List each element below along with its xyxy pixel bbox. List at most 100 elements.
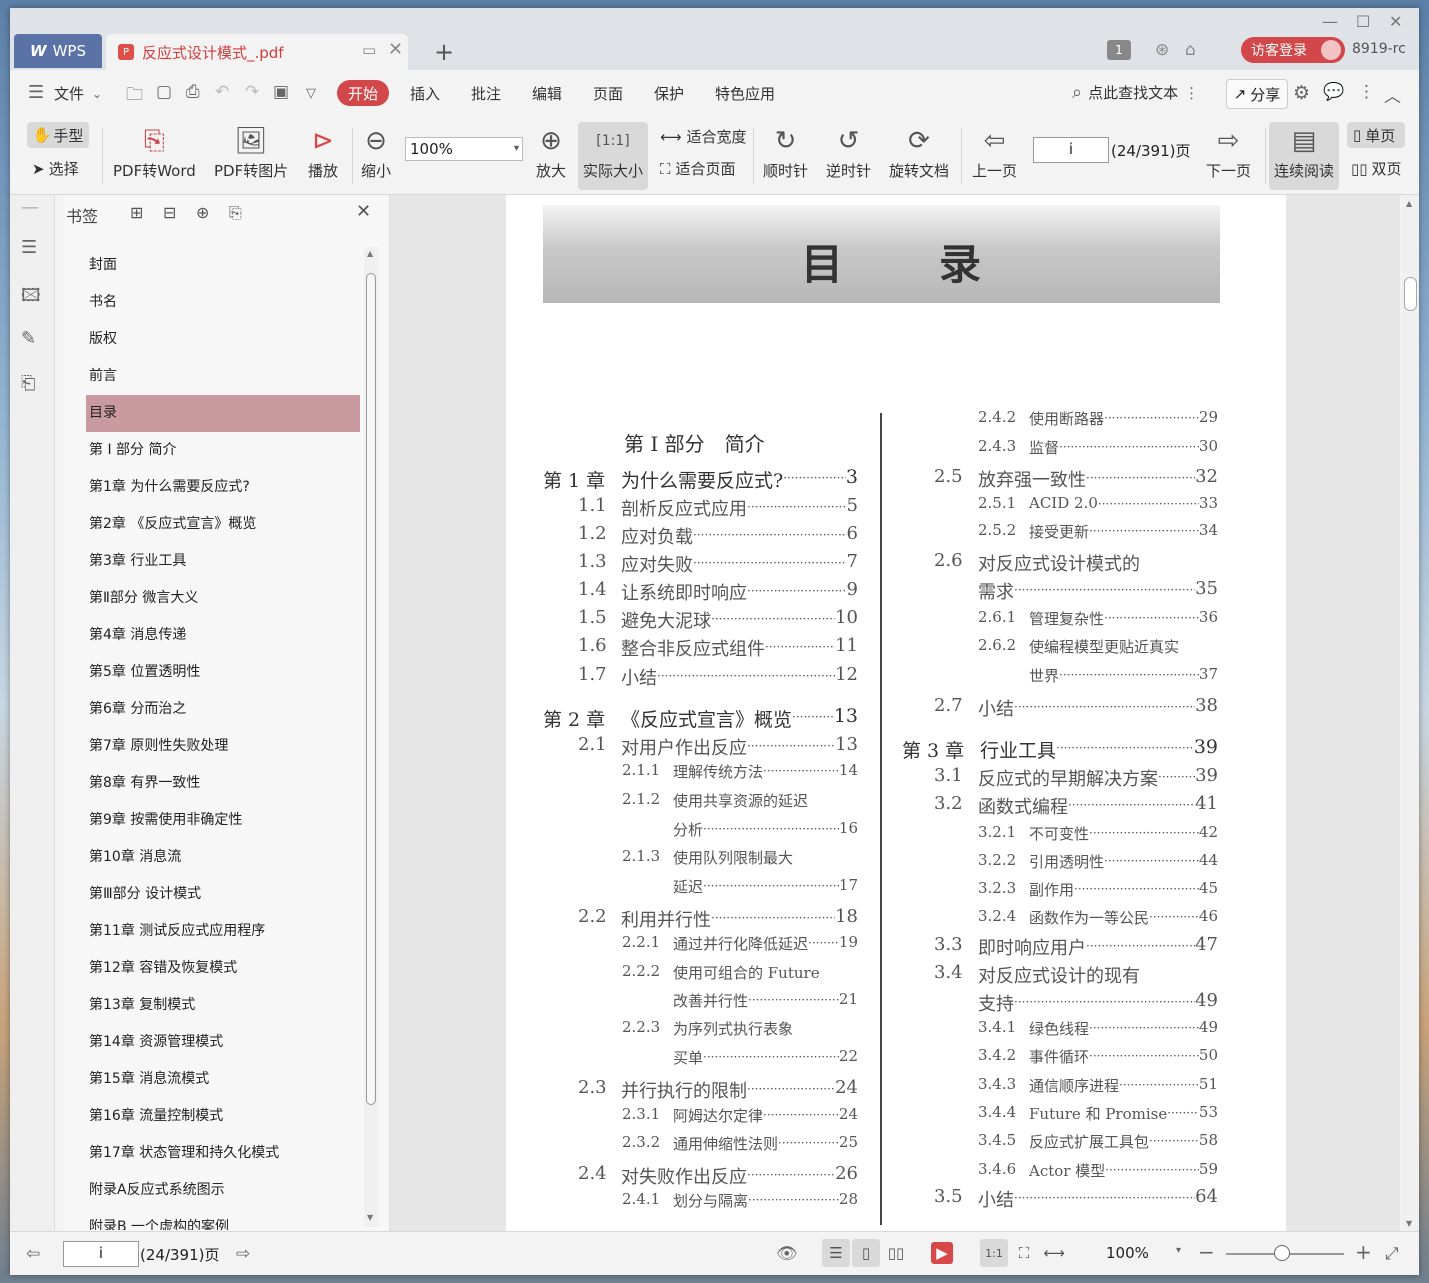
zoom-dropdown-icon[interactable]: ▾ <box>1176 1245 1181 1256</box>
toc-entry[interactable]: 通用伸缩性法则·································… <box>673 1133 858 1154</box>
zoom-out-button[interactable]: ⊖ 缩小 <box>361 122 391 181</box>
add-bookmark-icon[interactable]: ⊕ <box>196 203 209 222</box>
close-tab-icon[interactable]: ✕ <box>388 39 403 60</box>
redo-icon[interactable]: ↷ <box>245 82 259 102</box>
bookmark-item[interactable]: ▶第6章 分而治之 <box>86 691 360 728</box>
toc-entry[interactable]: 延迟······································… <box>673 876 858 897</box>
status-zoom-value[interactable]: 100% <box>1106 1244 1149 1262</box>
toc-entry[interactable]: 反应式扩展工具包································… <box>1029 1131 1218 1152</box>
toc-entry[interactable]: 整合非反应式组件································… <box>621 635 858 661</box>
bookmark-item[interactable]: 书名 <box>86 284 360 321</box>
bookmark-list-icon[interactable]: ☰ <box>21 237 37 258</box>
toc-entry[interactable]: Future 和 Promise························… <box>1029 1103 1218 1124</box>
window-mode-icon[interactable]: ▭ <box>362 41 376 59</box>
bookmark-item[interactable]: ▶第9章 按需使用非确定性 <box>86 802 360 839</box>
toc-entry[interactable]: 阿姆达尔定律··································… <box>673 1105 858 1126</box>
toc-entry[interactable]: 买单······································… <box>673 1047 858 1068</box>
rotate-counterclockwise-button[interactable]: ↺ 逆时针 <box>826 122 871 181</box>
new-tab-icon[interactable]: + <box>434 38 454 66</box>
tab-special[interactable]: 特色应用 <box>715 83 775 104</box>
zoom-out-status-icon[interactable]: − <box>1198 1240 1215 1264</box>
tab-insert[interactable]: 插入 <box>410 83 440 104</box>
toc-entry[interactable]: 副作用·····································… <box>1029 879 1218 900</box>
play-slideshow-icon[interactable]: ▶ <box>931 1242 953 1264</box>
toc-entry[interactable]: 对用户作出反应·································… <box>621 734 858 760</box>
actual-size-button[interactable]: [1:1] 实际大小 <box>578 122 648 190</box>
find-text-button[interactable]: ⌕ 点此查找文本 ⋮ <box>1072 82 1199 103</box>
toc-entry[interactable]: 函数式编程···································… <box>978 793 1218 819</box>
annotation-icon[interactable]: ✎ <box>21 328 36 349</box>
undo-icon[interactable]: ↶ <box>215 82 229 102</box>
single-view-button[interactable]: ▯ <box>852 1239 880 1267</box>
actual-size-status-button[interactable]: 1:1 <box>980 1239 1008 1267</box>
bookmark-item[interactable]: ▶第16章 流量控制模式 <box>86 1098 360 1135</box>
bookmark-item[interactable]: 第Ⅲ部分 设计模式 <box>86 876 360 913</box>
prev-page-button[interactable]: ⇦ 上一页 <box>972 122 1017 181</box>
bookmark-item[interactable]: ▶第5章 位置透明性 <box>86 654 360 691</box>
toc-entry[interactable]: 为序列式执行表象 <box>673 1018 793 1039</box>
toc-entry[interactable]: 小结 ······································… <box>978 1186 1218 1212</box>
toc-entry[interactable]: 世界 ······································… <box>1029 665 1218 686</box>
bookmark-item[interactable]: 第 I 部分 简介 <box>86 432 360 469</box>
more-vertical-icon[interactable]: ⋮ <box>1184 84 1199 102</box>
scroll-up-icon[interactable]: ▲ <box>1406 199 1412 208</box>
more-options-icon[interactable]: ⋮ <box>1358 82 1375 102</box>
toc-entry[interactable]: 支持 ······································… <box>978 990 1218 1016</box>
toc-entry[interactable]: 避免大泥球···································… <box>621 607 858 633</box>
collapse-ribbon-icon[interactable]: ︿ <box>1384 82 1401 107</box>
toc-entry[interactable]: 通过并行化降低延迟·······························… <box>673 933 858 954</box>
toc-entry[interactable]: ACID 2.0································… <box>1029 494 1218 515</box>
toc-entry[interactable]: 对失败作出反应·································… <box>621 1163 858 1189</box>
toc-entry[interactable]: 使用断路器···································… <box>1029 408 1218 429</box>
bookmark-item[interactable]: ▶第15章 消息流模式 <box>86 1061 360 1098</box>
rotate-document-button[interactable]: ⟳ 旋转文档 <box>889 122 949 181</box>
toc-entry[interactable]: 利用并行性···································… <box>621 906 858 932</box>
skin-icon[interactable]: ⌂ <box>1185 40 1196 60</box>
share-button[interactable]: ↗ 分享 <box>1226 79 1288 109</box>
bookmark-item[interactable]: ▶第13章 复制模式 <box>86 987 360 1024</box>
toc-entry[interactable]: 使用队列限制最大 <box>673 847 793 868</box>
toc-entry[interactable]: 理解传统方法··································… <box>673 761 858 782</box>
tab-edit[interactable]: 编辑 <box>532 83 562 104</box>
toc-entry[interactable]: 需求 ······································… <box>978 578 1218 604</box>
toc-entry[interactable]: 应对失败 ····································… <box>621 551 858 577</box>
toc-entry[interactable]: 应对负载 ····································… <box>621 523 858 549</box>
next-page-button[interactable]: ⇨ 下一页 <box>1206 122 1251 181</box>
hamburger-icon[interactable]: ☰ <box>28 82 44 103</box>
scrollbar-thumb[interactable] <box>1404 277 1417 311</box>
export-image-icon[interactable]: ▣ <box>273 82 289 102</box>
bookmark-item[interactable]: ▶第4章 消息传递 <box>86 617 360 654</box>
fullscreen-icon[interactable]: ⤢ <box>1385 1244 1399 1264</box>
toc-entry[interactable]: 对反应式设计模式的 <box>978 550 1140 576</box>
bookmark-item[interactable]: ▶第2章 《反应式宣言》概览 <box>86 506 360 543</box>
page-number-input[interactable]: i <box>1033 137 1109 163</box>
zoom-in-status-icon[interactable]: + <box>1355 1240 1372 1264</box>
bookmark-item[interactable]: ▶第1章 为什么需要反应式? <box>86 469 360 506</box>
scroll-up-icon[interactable]: ▲ <box>367 249 373 258</box>
continuous-read-button[interactable]: ▤ 连续阅读 <box>1269 122 1339 190</box>
collapse-all-icon[interactable]: ⊟ <box>163 203 176 222</box>
pdf-to-word-button[interactable]: ⎘ PDF转Word <box>113 122 196 181</box>
toc-entry[interactable]: 并行执行的限制·································… <box>621 1077 858 1103</box>
file-menu[interactable]: 文件 <box>54 83 84 104</box>
bookmark-item[interactable]: 附录A反应式系统图示 <box>86 1172 360 1209</box>
toc-entry[interactable]: 监督 ······································… <box>1029 437 1218 458</box>
bookmark-item[interactable]: 第Ⅱ部分 微言大义 <box>86 580 360 617</box>
rotate-clockwise-button[interactable]: ↻ 顺时针 <box>763 122 808 181</box>
tab-page[interactable]: 页面 <box>593 83 623 104</box>
bookmark-item[interactable]: ▶第14章 资源管理模式 <box>86 1024 360 1061</box>
fit-page-status-icon[interactable]: ⛶ <box>1010 1239 1038 1267</box>
fit-width-button[interactable]: ⟷ 适合宽度 <box>660 126 747 147</box>
guest-login-button[interactable]: 访客登录 <box>1241 37 1345 63</box>
eye-protection-icon[interactable]: 👁 <box>776 1244 798 1264</box>
attachment-icon[interactable]: ⎗ <box>21 373 35 394</box>
scroll-down-icon[interactable]: ▼ <box>367 1213 373 1222</box>
toc-entry[interactable]: 为什么需要反应式?·······························… <box>621 466 858 493</box>
toc-entry[interactable]: 使编程模型更贴近真实 <box>1029 636 1179 657</box>
minimize-icon[interactable]: — <box>1322 12 1338 31</box>
toc-entry[interactable]: 引用透明性···································… <box>1029 851 1218 872</box>
bookmark-item[interactable]: ▶第8章 有界一致性 <box>86 765 360 802</box>
tab-protect[interactable]: 保护 <box>654 83 684 104</box>
toc-entry[interactable]: 划分与隔离···································… <box>673 1190 858 1211</box>
toc-entry[interactable]: 不可变性····································… <box>1029 823 1218 844</box>
